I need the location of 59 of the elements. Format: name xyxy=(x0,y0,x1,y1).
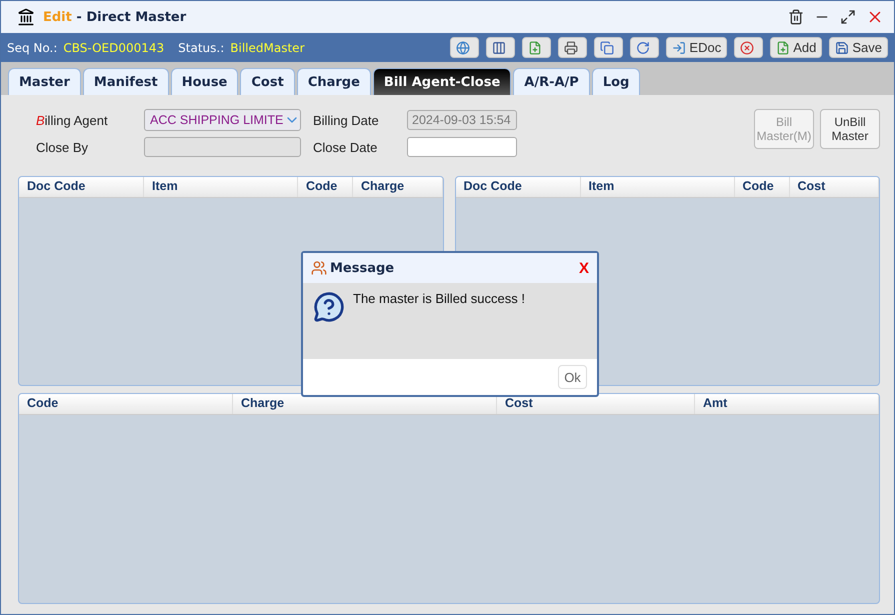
tab[interactable]: House xyxy=(170,68,238,95)
tab[interactable]: Cost xyxy=(240,68,295,95)
enter-icon xyxy=(672,40,686,54)
users-icon xyxy=(311,260,327,276)
ok-button[interactable]: Ok xyxy=(558,365,587,389)
billing-agent-select[interactable]: ACC SHIPPING LIMITE xyxy=(144,109,301,131)
column-header[interactable]: Item xyxy=(144,177,298,197)
print-icon xyxy=(564,40,578,54)
question-icon xyxy=(313,291,345,323)
columns-button[interactable] xyxy=(486,37,516,58)
info-value: CBS-OED000143 xyxy=(63,40,164,54)
field-label: Close By xyxy=(36,140,90,154)
info-value: BilledMaster xyxy=(230,40,304,54)
add-button[interactable]: Add xyxy=(770,37,822,58)
field-label: Billing Agent xyxy=(36,112,109,128)
field-label: Billing Date xyxy=(313,112,380,128)
tab[interactable]: Manifest xyxy=(82,68,169,95)
column-header[interactable]: Cost xyxy=(790,177,879,197)
column-header[interactable]: Doc Code xyxy=(19,177,144,197)
save-button[interactable]: Save xyxy=(829,37,888,58)
action-button[interactable]: UnBill Master xyxy=(820,109,880,149)
new-document-icon xyxy=(528,40,542,54)
maximize-icon[interactable] xyxy=(840,9,856,25)
info-label: Seq No.: xyxy=(7,40,58,54)
column-header[interactable]: Charge xyxy=(353,177,442,197)
column-header[interactable]: Code xyxy=(298,177,353,197)
window-title: Edit - Direct Master xyxy=(43,10,186,24)
close-button[interactable]: X xyxy=(578,260,589,276)
columns-icon xyxy=(492,40,506,54)
new-button[interactable] xyxy=(522,37,552,58)
refresh-icon xyxy=(636,40,650,54)
copy-button[interactable] xyxy=(594,37,624,58)
add-document-icon xyxy=(776,40,790,54)
tab[interactable]: Log xyxy=(592,68,640,95)
tab[interactable]: Bill Agent-Close xyxy=(372,68,512,95)
message-text: The master is Billed success ! xyxy=(353,291,525,308)
delete-button[interactable] xyxy=(734,37,764,58)
column-header[interactable]: Code xyxy=(734,177,790,197)
column-header[interactable]: Amt xyxy=(695,394,879,414)
trash-icon[interactable] xyxy=(788,9,804,25)
column-header[interactable]: Item xyxy=(580,177,734,197)
tab[interactable]: Master xyxy=(8,68,81,95)
tab[interactable]: A/R-A/P xyxy=(513,68,590,95)
column-header[interactable]: Code xyxy=(19,394,233,414)
dialog-title: Message xyxy=(330,260,394,276)
save-icon xyxy=(835,40,850,54)
field-label: Close Date xyxy=(313,140,378,154)
close-date-field[interactable] xyxy=(407,137,517,157)
info-label: Status.: xyxy=(178,40,224,54)
delete-icon xyxy=(740,40,754,54)
bank-icon xyxy=(17,8,35,26)
column-header[interactable]: Doc Code xyxy=(456,177,580,197)
globe-icon xyxy=(456,40,470,54)
refresh-button[interactable] xyxy=(630,37,660,58)
print-button[interactable] xyxy=(558,37,588,58)
globe-button[interactable] xyxy=(450,37,480,58)
edoc-button[interactable]: EDoc xyxy=(666,37,728,58)
tab[interactable]: Charge xyxy=(296,68,371,95)
copy-icon xyxy=(600,40,614,54)
